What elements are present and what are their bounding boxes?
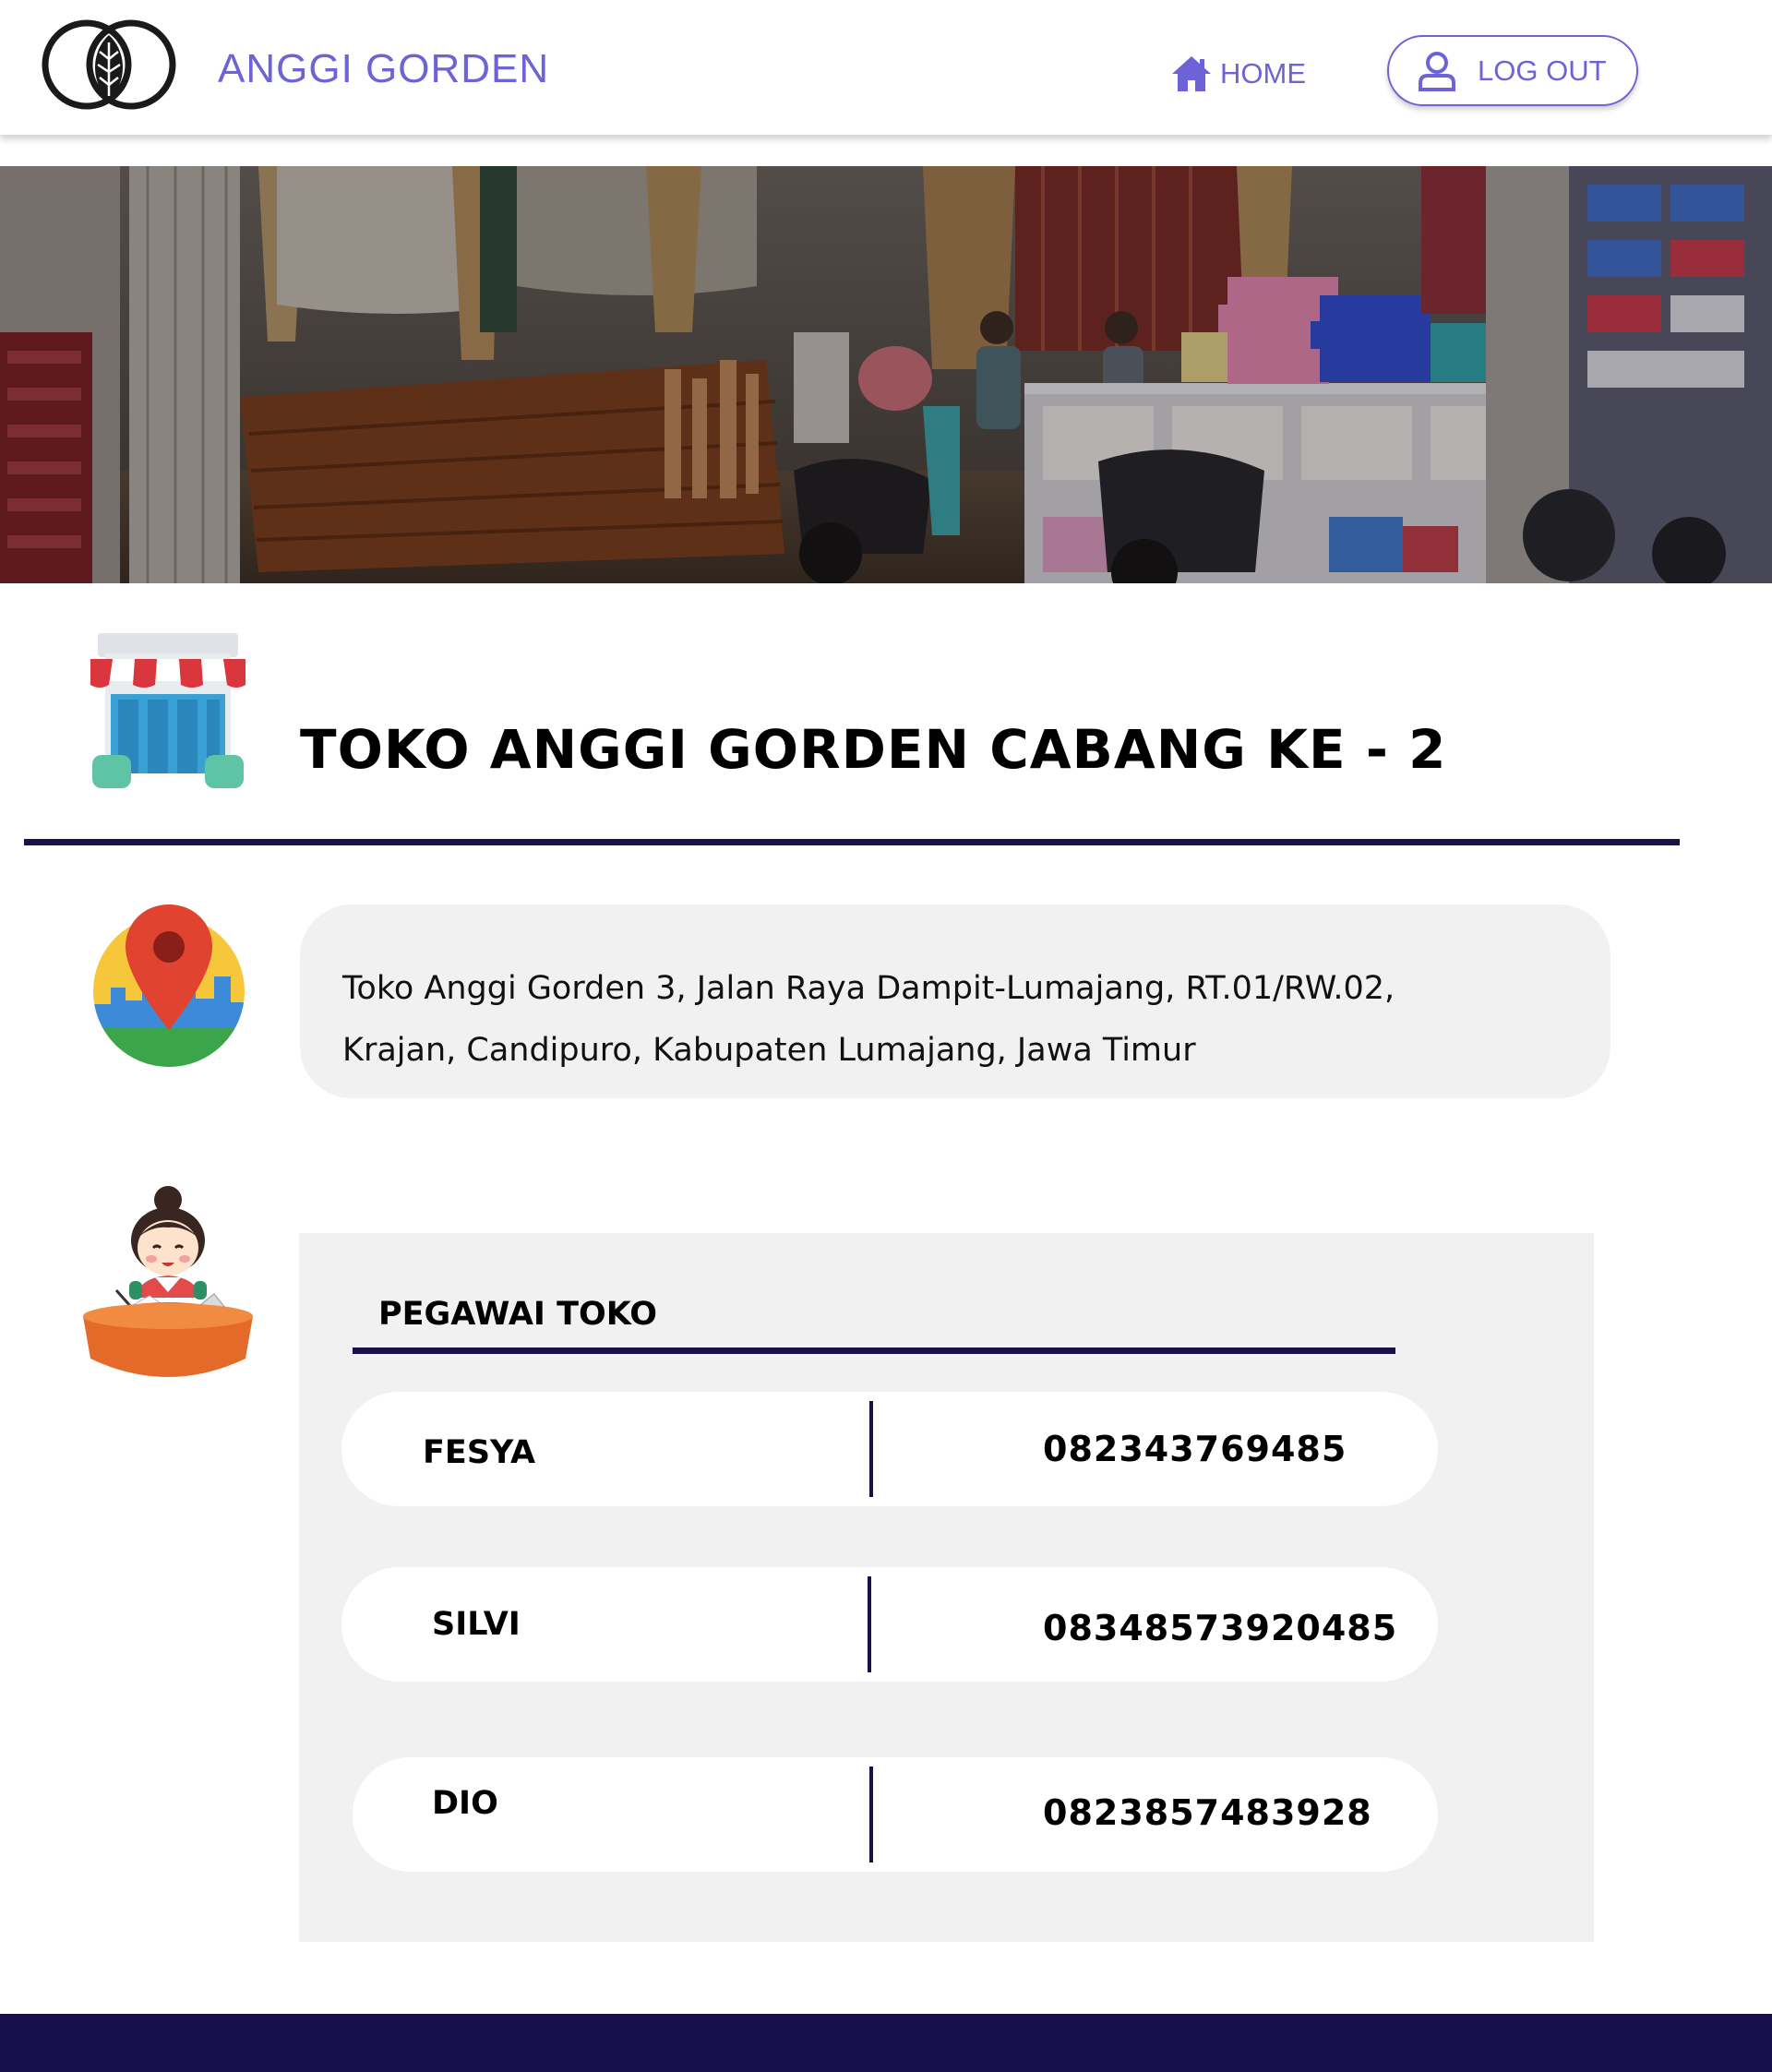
employee-row-separator <box>868 1576 871 1672</box>
employee-row: SILVI 08348573920485 <box>341 1567 1438 1682</box>
employees-panel: PEGAWAI TOKO FESYA 082343769485 SILVI 08… <box>299 1233 1594 1942</box>
employee-row: FESYA 082343769485 <box>341 1392 1438 1506</box>
user-icon <box>1419 51 1455 91</box>
logout-label: LOG OUT <box>1478 54 1607 87</box>
curtain-shop-storefront-photo <box>0 166 1772 583</box>
employee-row-separator <box>869 1401 873 1497</box>
storefront-icon <box>90 633 245 788</box>
employee-name: SILVI <box>432 1606 521 1643</box>
employee-name: FESYA <box>423 1434 536 1471</box>
employee-phone: 082343769485 <box>1043 1429 1347 1469</box>
hero-shop-photo <box>0 166 1772 583</box>
section-divider <box>24 839 1680 845</box>
footer-bar <box>0 2014 1772 2072</box>
employee-phone: 0823857483928 <box>1043 1792 1372 1833</box>
nav-home-label: HOME <box>1220 57 1306 90</box>
receptionist-icon <box>83 1186 253 1377</box>
top-navbar: ANGGI GORDEN HOME LOG OUT <box>0 0 1772 135</box>
employee-phone: 08348573920485 <box>1043 1608 1398 1648</box>
employee-row-separator <box>869 1767 873 1862</box>
employees-heading: PEGAWAI TOKO <box>378 1296 658 1333</box>
employee-name: DIO <box>432 1785 498 1822</box>
address-line-2: Krajan, Candipuro, Kabupaten Lumajang, J… <box>342 1032 1196 1069</box>
brand-title[interactable]: ANGGI GORDEN <box>218 46 549 92</box>
logout-button[interactable]: LOG OUT <box>1387 35 1638 106</box>
map-pin-icon <box>93 904 245 1067</box>
leaf-rings-logo[interactable] <box>39 17 179 113</box>
nav-home-link[interactable]: HOME <box>1170 52 1306 96</box>
home-icon <box>1172 56 1211 91</box>
employees-heading-underline <box>353 1347 1395 1354</box>
store-title: TOKO ANGGI GORDEN CABANG KE - 2 <box>300 718 1447 781</box>
address-card: Toko Anggi Gorden 3, Jalan Raya Dampit-L… <box>300 904 1610 1098</box>
employee-row: DIO 0823857483928 <box>353 1757 1438 1872</box>
address-line-1: Toko Anggi Gorden 3, Jalan Raya Dampit-L… <box>342 970 1395 1007</box>
